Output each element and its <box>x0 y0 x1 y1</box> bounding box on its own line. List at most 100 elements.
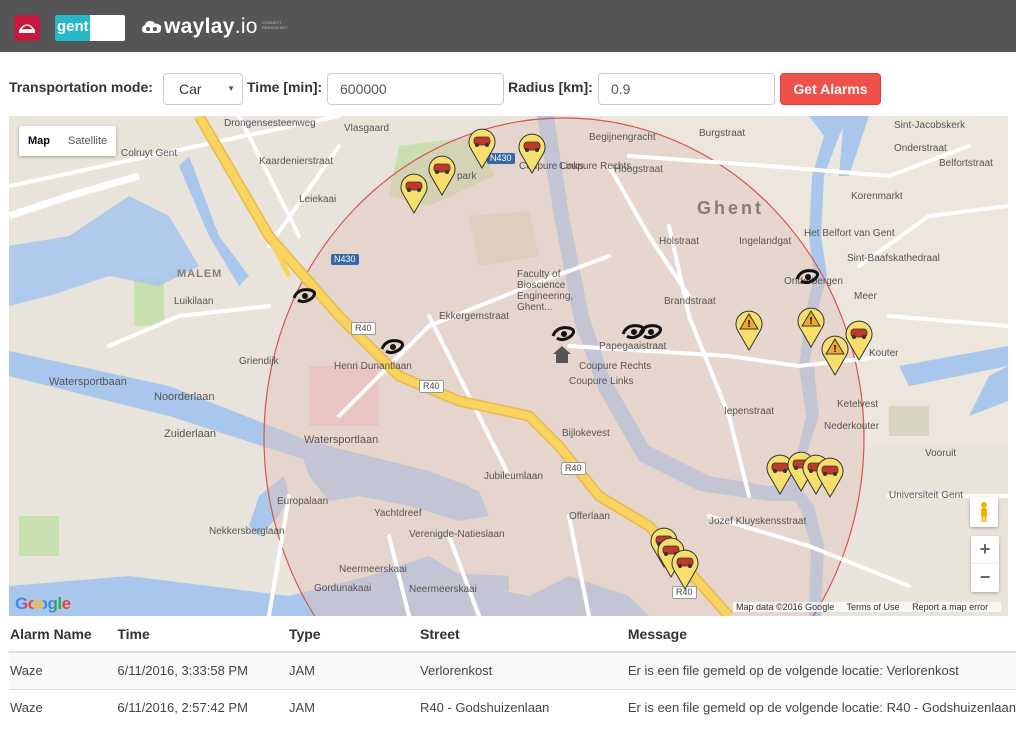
table-row[interactable]: Waze 6/11/2016, 3:33:58 PM JAM Verlorenk… <box>9 651 1016 689</box>
warning-alarm-icon[interactable]: ! <box>821 334 849 376</box>
map-label: Ketelvest <box>837 399 879 410</box>
car-alarm-icon[interactable] <box>428 154 456 196</box>
cell-time: 6/11/2016, 2:57:42 PM <box>117 688 289 726</box>
transport-mode-select[interactable]: Car ▼ <box>163 73 243 105</box>
map-label: Neermeerskaai <box>409 584 477 595</box>
car-alarm-icon[interactable] <box>518 132 546 174</box>
map-label: Korenmarkt <box>851 191 903 202</box>
report-error-link[interactable]: Report a map error <box>912 602 988 612</box>
gent-logo-text: gent <box>57 18 89 35</box>
district-label: MALEM <box>177 268 223 280</box>
map-label: Leiekaai <box>299 194 337 205</box>
col-header-alarm-name[interactable]: Alarm Name <box>9 616 118 653</box>
map-label: Iepenstraat <box>724 406 775 417</box>
road-shield: R40 <box>351 322 376 335</box>
map-label: Luikilaan <box>174 296 214 307</box>
map-label: Begijnengracht <box>589 132 656 143</box>
map-attribution: Map data ©2016 Google Terms of Use Repor… <box>733 602 1002 612</box>
radius-input[interactable] <box>598 73 775 105</box>
zoom-out-button[interactable]: − <box>971 564 999 592</box>
map-type-satellite-button[interactable]: Satellite <box>59 126 116 156</box>
map-label: Ekkergemstraat <box>439 311 510 322</box>
map-label: Verenigde-Natieslaan <box>409 529 505 540</box>
car-alarm-icon[interactable] <box>671 548 699 590</box>
cell-message: Er is een file gemeld op de volgende loc… <box>627 651 1016 689</box>
map-label: Burgstraat <box>699 128 746 139</box>
map-label: Kaardenierstraat <box>259 156 333 167</box>
map-type-map-button[interactable]: Map <box>19 126 59 156</box>
map-view[interactable]: Map Satellite Colruyt Gent Drongensestee… <box>9 116 1008 616</box>
map-label: Zuiderlaan <box>164 428 216 440</box>
google-logo: Google <box>15 594 71 613</box>
get-alarms-button[interactable]: Get Alarms <box>780 73 881 105</box>
dropdown-caret-icon: ▼ <box>227 84 235 93</box>
cell-type: JAM <box>288 651 421 689</box>
zoom-in-button[interactable]: + <box>971 536 999 564</box>
map-label: Vooruit <box>925 448 957 459</box>
cell-alarm-name: Waze <box>9 651 118 689</box>
map-label: Europalaan <box>277 496 329 507</box>
top-bar: gent waylay.io CONNECT REASON ACT <box>0 0 1016 52</box>
cell-type: JAM <box>288 688 421 726</box>
col-header-type[interactable]: Type <box>288 616 421 653</box>
road-shield: N430 <box>331 254 359 265</box>
car-alarm-icon[interactable] <box>468 127 496 169</box>
map-label: Jubileumlaan <box>484 471 543 482</box>
map-label: Offerlaan <box>569 511 610 522</box>
cell-alarm-name: Waze <box>9 688 118 726</box>
map-label: park <box>457 171 477 182</box>
map-label: Griendijk <box>239 356 279 367</box>
cloud-icon <box>142 21 162 33</box>
road-closed-icon[interactable] <box>793 267 823 287</box>
svg-text:!: ! <box>747 319 750 330</box>
svg-text:!: ! <box>833 344 836 355</box>
svg-text:!: ! <box>809 316 812 327</box>
table-header-row: Alarm Name Time Type Street Message <box>9 616 1016 653</box>
map-label: Watersportbaan <box>49 376 127 388</box>
map-label: Sint-Jacobskerk <box>894 120 966 131</box>
map-label: Belfortstraat <box>939 158 993 169</box>
road-closed-icon[interactable] <box>290 286 320 306</box>
map-label: Neermeerskaai <box>339 564 407 575</box>
warning-alarm-icon[interactable]: ! <box>735 309 763 351</box>
car-alarm-icon[interactable] <box>400 172 428 214</box>
home-icon[interactable] <box>552 344 572 364</box>
cell-street: Verlorenkost <box>420 651 628 689</box>
map-label: Hoogstraat <box>614 164 663 175</box>
map-label: Universiteit Gent <box>889 490 963 501</box>
zoom-control: + − <box>971 536 999 592</box>
city-label: Ghent <box>697 198 764 218</box>
city-logo-icon <box>14 15 40 41</box>
col-header-message[interactable]: Message <box>627 616 1016 653</box>
terms-link[interactable]: Terms of Use <box>847 602 900 612</box>
radius-label: Radius [km]: <box>508 79 593 95</box>
table-row[interactable]: Waze 6/11/2016, 2:57:42 PM JAM R40 - God… <box>9 688 1016 726</box>
car-alarm-icon[interactable] <box>816 456 844 498</box>
map-label: Coupure Rechts <box>579 361 652 372</box>
road-closed-icon[interactable] <box>378 337 408 357</box>
map-label: Het Belfort van Gent <box>804 228 895 239</box>
col-header-street[interactable]: Street <box>420 616 628 653</box>
map-label: Bijlokevest <box>562 428 610 439</box>
alarms-table: Alarm Name Time Type Street Message Waze… <box>9 616 1016 726</box>
street-view-pegman-icon[interactable] <box>970 497 998 527</box>
map-label: Brandstraat <box>664 296 716 307</box>
map-label: Noorderlaan <box>154 391 215 403</box>
map-label: Sint-Baafskathedraal <box>847 253 940 264</box>
map-label: Coupure Links <box>569 376 634 387</box>
map-type-control: Map Satellite <box>19 126 117 156</box>
map-label: Yachtdreef <box>374 508 422 519</box>
road-closed-icon[interactable] <box>549 324 579 344</box>
map-label: Drongensesteenweg <box>224 118 316 129</box>
map-label: Gordunakaai <box>314 583 372 594</box>
gent-logo: gent <box>55 15 125 41</box>
map-label: Meer <box>854 291 877 302</box>
road-closed-icon[interactable] <box>636 322 666 342</box>
waylay-logo-text: waylay.io <box>164 15 258 38</box>
time-input[interactable] <box>327 73 504 105</box>
map-label: Faculty of Bioscience Engineering, Ghent… <box>517 269 574 313</box>
col-header-time[interactable]: Time <box>117 616 289 653</box>
map-label: Kouter <box>869 348 899 359</box>
car-alarm-icon[interactable] <box>845 319 873 361</box>
road-shield: R40 <box>419 380 444 393</box>
